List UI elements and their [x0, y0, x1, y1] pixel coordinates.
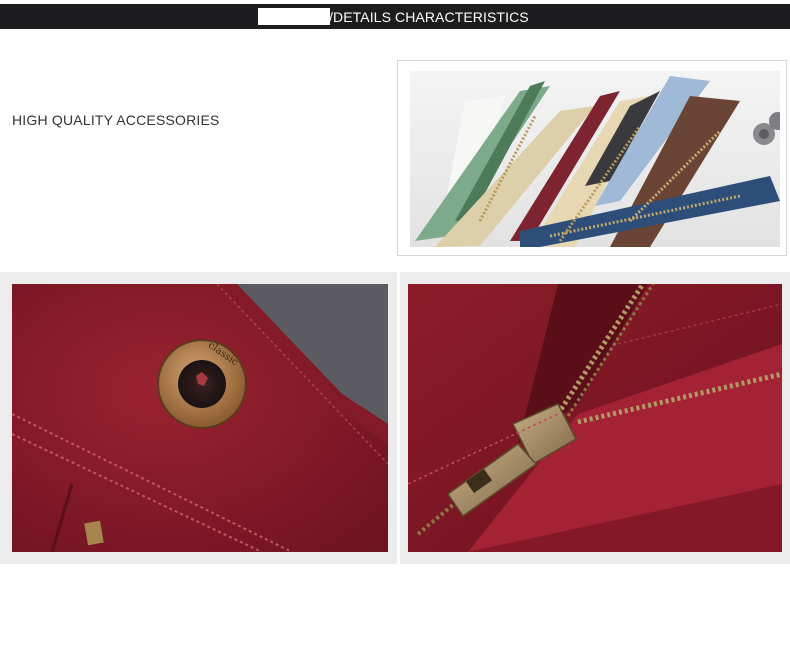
zippers-photo-frame: [397, 60, 787, 256]
zipper-closeup-photo: [408, 284, 782, 552]
section-label: HIGH QUALITY ACCESSORIES: [12, 112, 220, 128]
button-photo-panel: classic: [0, 272, 397, 564]
header-title: /DETAILS CHARACTERISTICS: [329, 9, 529, 25]
header-redaction: [258, 8, 330, 25]
zipper-photo-panel: [400, 272, 790, 564]
button-photo: classic: [12, 284, 388, 552]
zippers-photo: [410, 71, 780, 247]
